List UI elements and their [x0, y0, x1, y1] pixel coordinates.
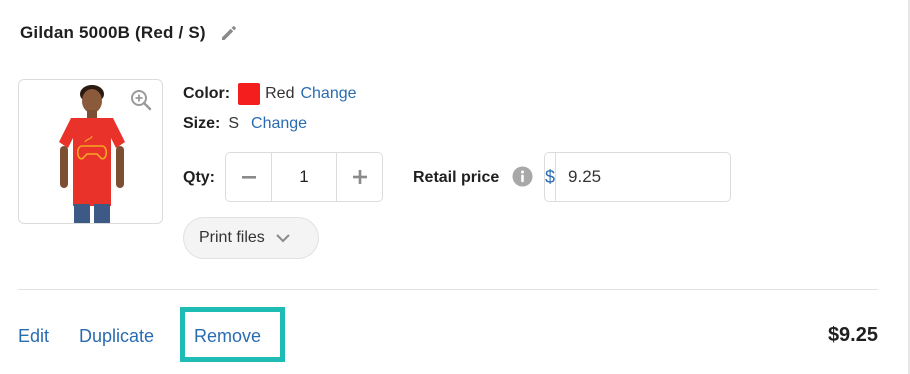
color-value: Red [265, 85, 295, 102]
edit-link[interactable]: Edit [18, 326, 49, 347]
item-title-row: Gildan 5000B (Red / S) [20, 22, 240, 44]
retail-price-field: $ [544, 152, 790, 202]
quantity-label: Qty: [183, 169, 215, 186]
product-properties: Color: Red Change Size: S Change [183, 83, 357, 144]
increment-button[interactable] [337, 153, 382, 201]
color-label: Color: [183, 85, 231, 102]
change-color-link[interactable]: Change [300, 85, 356, 103]
zoom-in-icon[interactable] [129, 88, 153, 112]
remove-link[interactable]: Remove [194, 326, 261, 347]
item-title: Gildan 5000B (Red / S) [20, 23, 206, 42]
size-label: Size: [183, 115, 221, 132]
plus-icon [352, 170, 367, 184]
size-row: Size: S Change [183, 114, 357, 134]
print-files-label: Print files [199, 229, 265, 246]
cart-item-card: Gildan 5000B (Red / S) Color: Red Change… [0, 0, 910, 374]
change-size-link[interactable]: Change [251, 115, 307, 133]
retail-price-input[interactable] [556, 153, 790, 201]
currency-symbol: $ [545, 153, 557, 201]
decrement-button[interactable] [226, 153, 271, 201]
print-files-toggle[interactable]: Print files [183, 217, 319, 259]
chevron-down-icon [275, 233, 291, 243]
minus-icon [241, 176, 256, 179]
info-icon[interactable] [512, 166, 533, 187]
color-swatch [238, 83, 261, 105]
quantity-stepper: 1 [225, 152, 383, 202]
color-row: Color: Red Change [183, 83, 357, 105]
item-total-price: $9.25 [827, 324, 878, 346]
size-value: S [228, 115, 240, 132]
section-divider [18, 289, 878, 290]
pencil-icon[interactable] [218, 22, 240, 44]
duplicate-link[interactable]: Duplicate [79, 326, 154, 347]
quantity-value[interactable]: 1 [271, 153, 337, 201]
product-thumbnail[interactable] [18, 79, 163, 224]
retail-price-label: Retail price [413, 169, 500, 186]
item-actions: Edit Duplicate [18, 326, 154, 347]
